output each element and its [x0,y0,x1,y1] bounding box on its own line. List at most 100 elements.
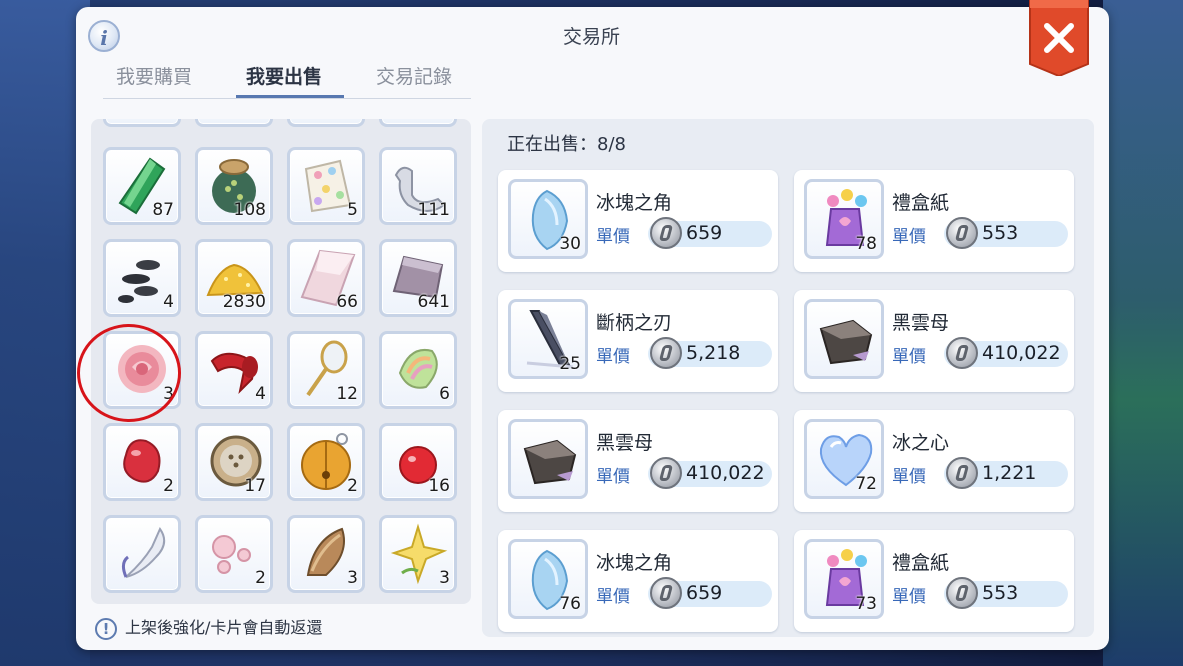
listing-card[interactable]: 72 冰之心 單價 1,221 [794,410,1074,512]
listing-card[interactable]: 78 禮盒紙 單價 553 [794,170,1074,272]
listing-item-thumb: 73 [804,539,884,619]
item-price: 659 [686,222,723,244]
zeny-coin-icon [946,457,978,489]
listing-item-thumb: 25 [508,299,588,379]
inventory-slot[interactable]: 641 [379,239,457,317]
item-price: 410,022 [686,462,765,484]
inventory-slot[interactable]: 16 [379,423,457,501]
inventory-slot[interactable]: 12 [287,331,365,409]
item-count: 30 [559,234,581,254]
listing-card[interactable]: 76 冰塊之角 單價 659 [498,530,778,632]
item-name: 禮盒紙 [892,552,950,574]
unit-price-label: 單價 [596,227,630,247]
tab-bar: 我要購買 我要出售 交易記錄 [103,60,471,99]
listing-item-thumb: 30 [508,179,588,259]
window-title: 交易所 [562,26,620,48]
item-name: 黑雲母 [596,432,654,454]
inventory-slot[interactable]: 3 [379,515,457,593]
notice: ! 上架後強化/卡片會自動返還 [95,614,322,640]
item-count: 4 [255,384,266,404]
item-price: 1,221 [982,462,1037,484]
unit-price-label: 單價 [596,347,630,367]
inventory-slot[interactable]: 108 [195,147,273,225]
item-count: 76 [559,594,581,614]
zeny-coin-icon [650,457,682,489]
inventory-slot-partial[interactable] [287,119,365,127]
zeny-coin-icon [650,217,682,249]
listing-card[interactable]: 30 冰塊之角 單價 659 [498,170,778,272]
unit-price-label: 單價 [596,587,630,607]
item-price: 5,218 [686,342,741,364]
inventory-slot[interactable]: 3 [287,515,365,593]
tab-buy[interactable]: 我要購買 [116,62,192,89]
black-mica-icon [819,319,873,365]
inventory-slot[interactable]: 17 [195,423,273,501]
item-count: 2 [255,568,266,588]
item-count: 78 [855,234,877,254]
listing-card[interactable]: 25 斷柄之刃 單價 5,218 [498,290,778,392]
listing-item-thumb [508,419,588,499]
close-button[interactable] [1028,0,1090,78]
unit-price-label: 單價 [892,467,926,487]
inventory-slot[interactable]: 87 [103,147,181,225]
item-price: 553 [982,222,1019,244]
active-tab-indicator [236,95,344,98]
inventory-slot[interactable]: 2 [287,423,365,501]
item-count: 5 [347,200,358,220]
listing-item-thumb: 72 [804,419,884,499]
zeny-coin-icon [650,337,682,369]
unit-price-label: 單價 [892,587,926,607]
game-background-right [1103,0,1183,666]
zeny-coin-icon [946,577,978,609]
inventory-slot[interactable]: 4 [195,331,273,409]
inventory-slot-partial[interactable] [103,119,181,127]
inventory-slot[interactable]: 111 [379,147,457,225]
item-count: 16 [428,476,450,496]
item-count: 17 [244,476,266,496]
highlight-circle [77,324,181,422]
inventory-slot[interactable]: 66 [287,239,365,317]
tab-sell[interactable]: 我要出售 [246,62,322,89]
inventory-slot[interactable]: 2 [195,515,273,593]
inventory-slot-partial[interactable] [379,119,457,127]
item-count: 2 [163,476,174,496]
item-count: 72 [855,474,877,494]
black-mica-icon [523,439,577,485]
exclamation-icon: ! [95,617,117,640]
item-count: 87 [152,200,174,220]
inventory-slot[interactable]: 5 [287,147,365,225]
item-count: 73 [855,594,877,614]
item-count: 66 [336,292,358,312]
item-price: 410,022 [982,342,1061,364]
listing-item-thumb: 76 [508,539,588,619]
inventory-slot[interactable]: 2830 [195,239,273,317]
inventory-slot[interactable]: 2 [103,423,181,501]
inventory-slot-partial[interactable] [195,119,273,127]
notice-text: 上架後強化/卡片會自動返還 [125,618,323,637]
close-icon [1029,0,1089,78]
zeny-coin-icon [946,337,978,369]
unit-price-label: 單價 [892,347,926,367]
tab-history[interactable]: 交易記錄 [376,62,452,89]
listing-card[interactable]: 73 禮盒紙 單價 553 [794,530,1074,632]
item-name: 禮盒紙 [892,192,950,214]
inventory-slot[interactable]: 4 [103,239,181,317]
item-count: 6 [439,384,450,404]
item-count: 2830 [222,292,266,312]
inventory-slot[interactable]: 6 [379,331,457,409]
item-count: 25 [559,354,581,374]
item-name: 冰之心 [892,432,950,454]
listing-card[interactable]: 黑雲母 單價 410,022 [794,290,1074,392]
listing-header: 正在出售：8/8 [507,134,626,155]
unit-price-label: 單價 [596,467,630,487]
item-count: 641 [417,292,450,312]
item-name: 黑雲母 [892,312,950,334]
item-name: 斷柄之刃 [596,312,673,334]
item-count: 108 [233,200,266,220]
item-name: 冰塊之角 [596,192,673,214]
zeny-coin-icon [946,217,978,249]
item-count: 4 [163,292,174,312]
listing-card[interactable]: 黑雲母 單價 410,022 [498,410,778,512]
item-count: 12 [336,384,358,404]
inventory-slot[interactable] [103,515,181,593]
